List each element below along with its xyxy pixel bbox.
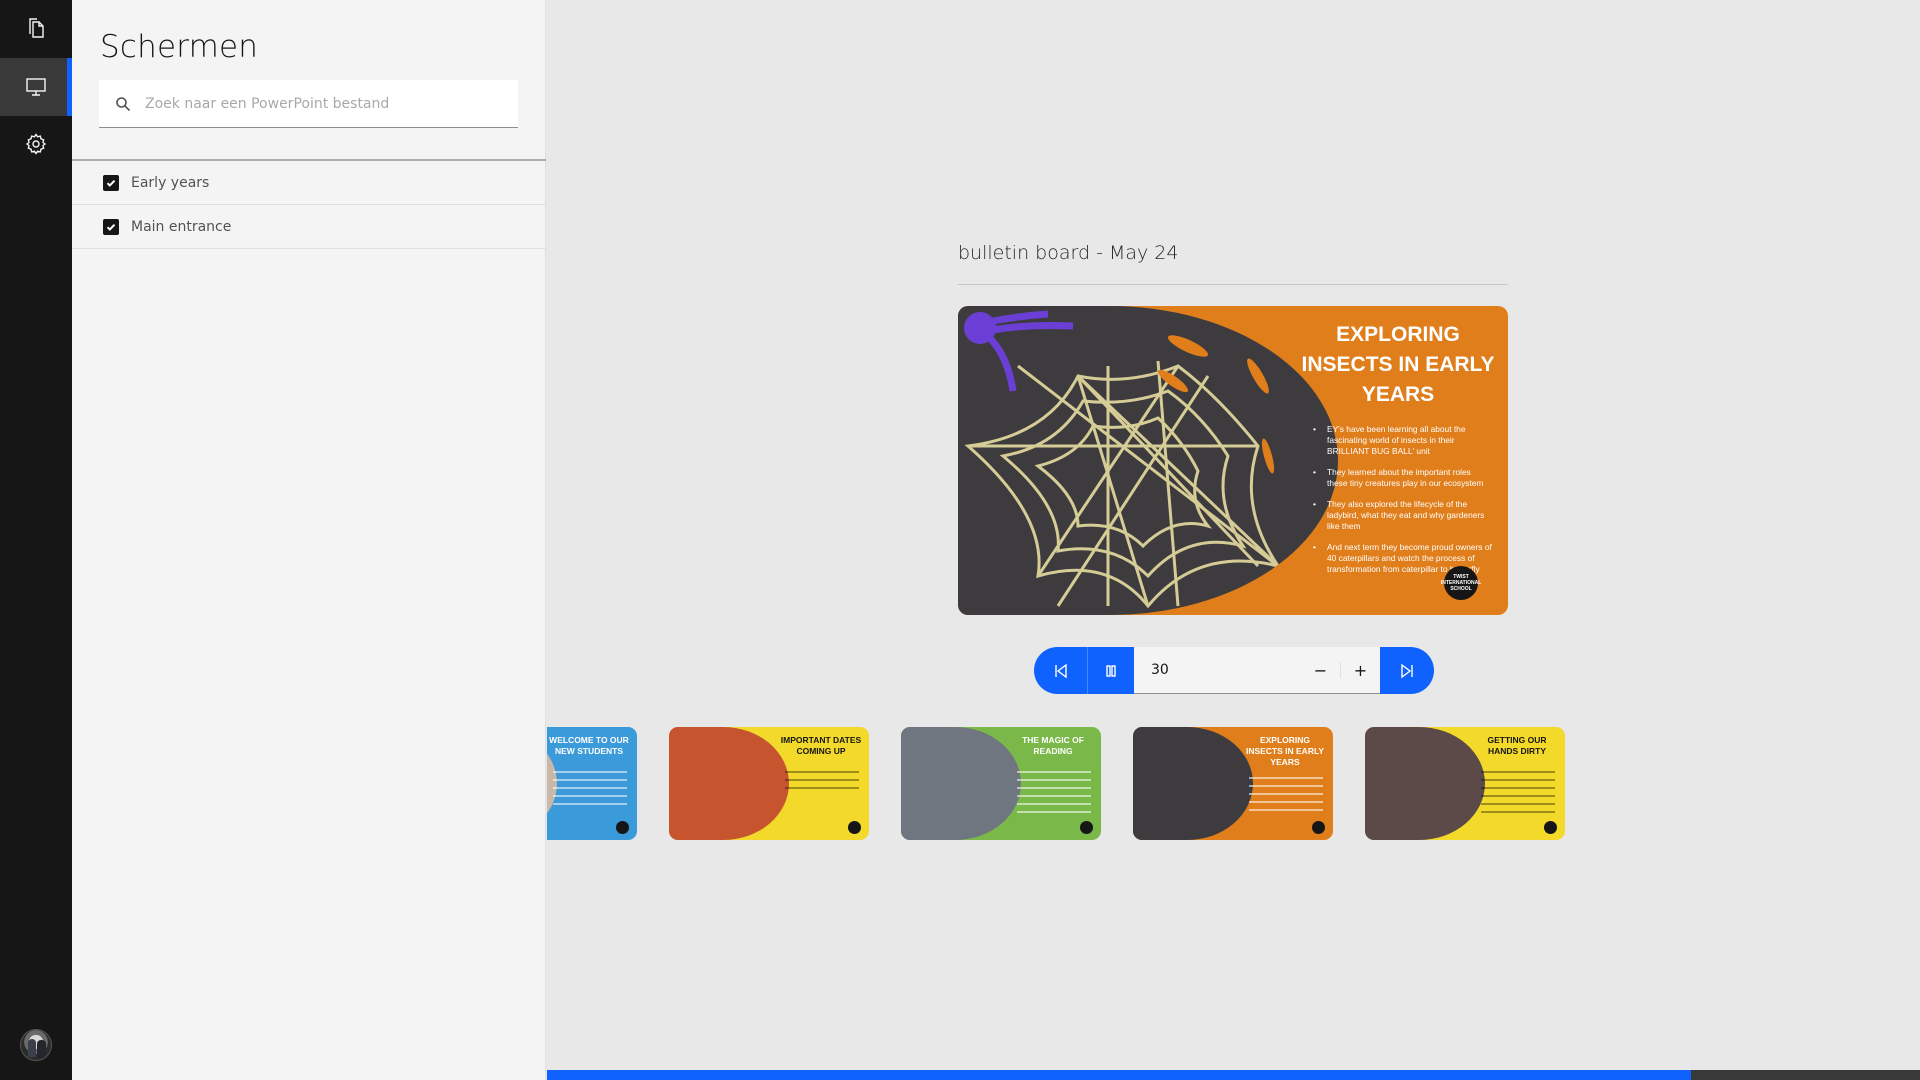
gear-icon — [25, 133, 47, 155]
slide-photo — [958, 306, 1338, 615]
slide-bullet: EY's have been learning all about the fa… — [1313, 424, 1493, 457]
school-logo — [1080, 821, 1093, 834]
pause-button[interactable] — [1088, 647, 1134, 694]
checkmark-icon — [106, 179, 116, 187]
search-box[interactable] — [99, 80, 518, 128]
thumbnail-photo — [669, 727, 789, 840]
skip-forward-icon — [1401, 663, 1413, 678]
screen-label: Early years — [131, 174, 210, 191]
spider-web-drawing — [964, 310, 1282, 609]
slide-heading: EXPLORING INSECTS IN EARLY YEARS — [1301, 323, 1495, 406]
slide-thumbnail[interactable]: GETTING OUR HANDS DIRTY — [1365, 727, 1565, 840]
checkbox-checked[interactable] — [103, 218, 119, 235]
thumbnail-title: GETTING OUR HANDS DIRTY — [1487, 735, 1547, 756]
current-slide-preview: EXPLORING INSECTS IN EARLY YEARS EY's ha… — [958, 306, 1508, 615]
presentation-title: bulletin board - May 24 — [958, 242, 1179, 264]
school-logo — [1544, 821, 1557, 834]
school-logo — [616, 821, 629, 834]
school-logo — [1312, 821, 1325, 834]
checkbox-checked[interactable] — [103, 174, 119, 191]
monitor-icon — [26, 78, 46, 96]
next-slide-button[interactable] — [1380, 647, 1434, 694]
divider — [958, 284, 1508, 285]
thumbnail-photo — [1365, 727, 1485, 840]
pause-icon — [1106, 664, 1116, 677]
page-title: Schermen — [100, 29, 259, 65]
screen-item-main-entrance[interactable]: Main entrance — [72, 205, 546, 249]
thumbnail-photo — [901, 727, 1021, 840]
slide-thumbnail-current[interactable]: EXPLORING INSECTS IN EARLY YEARS — [1133, 727, 1333, 840]
slide-timer-progress — [547, 1070, 1920, 1080]
skip-back-icon — [1054, 663, 1067, 678]
interval-number-input[interactable]: − + — [1134, 647, 1380, 694]
slide-thumbnail[interactable]: THE MAGIC OF READING — [901, 727, 1101, 840]
previous-slide-button[interactable] — [1034, 647, 1088, 694]
thumbnail-title: IMPORTANT DATES COMING UP — [780, 735, 862, 756]
slide-thumbnail[interactable]: IMPORTANT DATES COMING UP — [669, 727, 869, 840]
slide-bullets: EY's have been learning all about the fa… — [1313, 424, 1493, 585]
search-icon — [115, 96, 131, 112]
nav-item-screens[interactable] — [0, 58, 72, 116]
decrement-button[interactable]: − — [1301, 647, 1340, 694]
slide-thumbnails: WELCOME TO OUR NEW STUDENTS IMPORTANT DA… — [547, 727, 1920, 841]
screens-list: Early years Main entrance — [72, 161, 546, 249]
thumbnail-title: WELCOME TO OUR NEW STUDENTS — [549, 735, 629, 756]
school-logo — [848, 821, 861, 834]
copy-file-icon — [29, 18, 44, 38]
school-logo: TWIST INTERNATIONAL SCHOOL — [1441, 566, 1481, 600]
search-input[interactable] — [145, 95, 505, 112]
interval-input[interactable] — [1151, 662, 1301, 678]
thumbnail-title: EXPLORING INSECTS IN EARLY YEARS — [1245, 735, 1325, 767]
avatar[interactable] — [20, 1029, 52, 1061]
slide-thumbnail[interactable]: WELCOME TO OUR NEW STUDENTS — [547, 727, 637, 840]
slide-bullet: They learned about the important roles t… — [1313, 467, 1493, 489]
progress-fill — [547, 1070, 1691, 1080]
nav-rail — [0, 0, 72, 1080]
checkmark-icon — [106, 223, 116, 231]
slide-bullet: They also explored the lifecycle of the … — [1313, 499, 1493, 532]
screen-label: Main entrance — [131, 218, 232, 235]
screen-item-early-years[interactable]: Early years — [72, 161, 546, 205]
screens-panel: Schermen Early years Main entrance — [72, 0, 546, 1080]
thumbnail-photo — [1133, 727, 1253, 840]
playback-controls: − + — [1034, 647, 1434, 694]
increment-button[interactable]: + — [1341, 647, 1380, 694]
nav-item-documents[interactable] — [0, 0, 72, 56]
thumbnail-title: THE MAGIC OF READING — [1022, 735, 1084, 756]
nav-item-settings[interactable] — [0, 116, 72, 172]
